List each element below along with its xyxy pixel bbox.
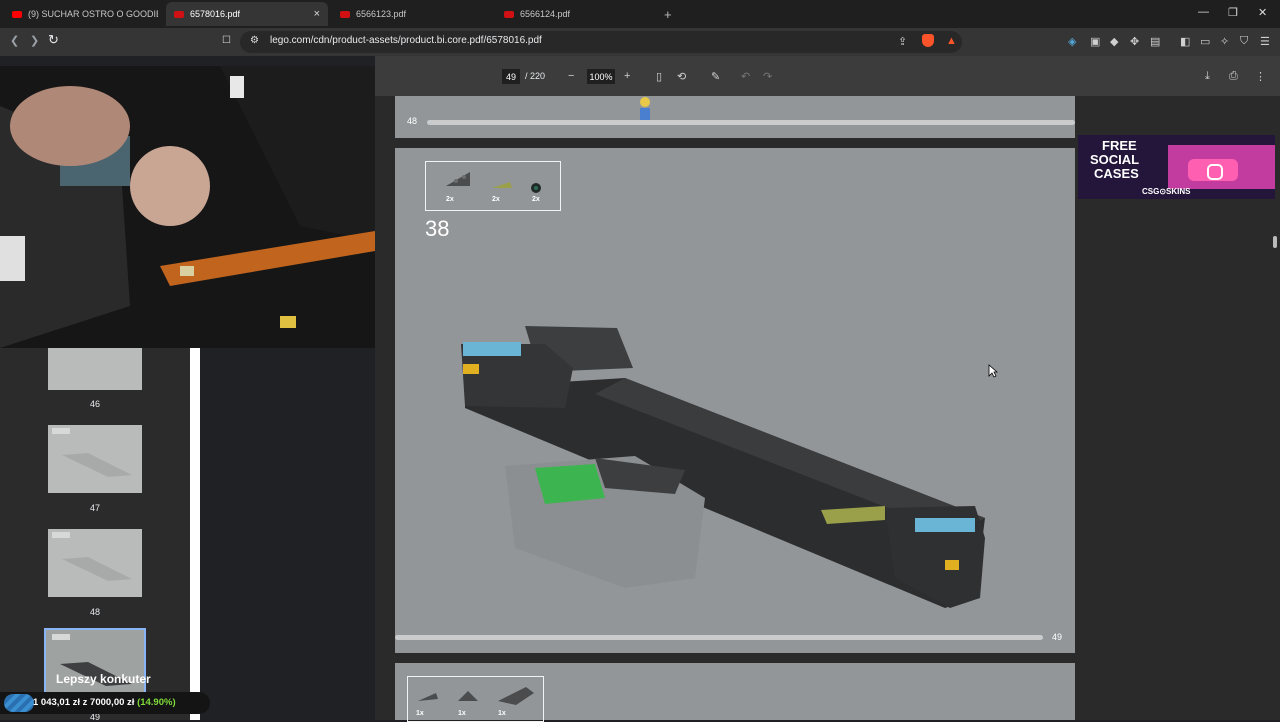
step-number: 38 [425, 216, 450, 241]
back-button[interactable]: ❮ [10, 34, 19, 47]
part-quantity: 2x [532, 196, 540, 203]
new-tab-button[interactable]: + [664, 7, 672, 22]
page-total: / 220 [525, 71, 546, 81]
ad-text: FREE [1102, 138, 1137, 153]
lego-icon [504, 10, 514, 18]
page-number: 49 [1052, 632, 1063, 642]
goal-target: 7000,00 zł [90, 697, 135, 708]
part-quantity: 1x [416, 710, 424, 717]
tab-youtube[interactable]: (9) SUCHAR OSTRO O GOODIES! OD [4, 2, 160, 26]
share-icon[interactable]: ⇪ [898, 35, 907, 48]
ad-text: SOCIAL [1090, 152, 1140, 167]
parts-callout: 2x 2x 2x [425, 161, 561, 211]
stream-goal-title: Lepszy konkuter [56, 672, 151, 686]
thumbnail-preview [52, 532, 132, 581]
part-quantity: 1x [458, 710, 466, 717]
close-tab-icon[interactable]: × [314, 8, 320, 20]
thumbnail-label: 47 [89, 503, 100, 513]
tab-6566124[interactable]: 6566124.pdf [496, 2, 656, 26]
zoom-in-button[interactable]: + [624, 70, 630, 82]
tab-title: 6566123.pdf [356, 9, 407, 19]
print-icon[interactable]: ⎙ [1229, 70, 1238, 83]
round-plate-part [531, 183, 541, 193]
extension-icon[interactable]: ◆ [1110, 35, 1118, 48]
page-thumbnail[interactable] [48, 529, 142, 597]
pdf-page-50: 1x 1x 1x [395, 663, 1075, 722]
url-text[interactable]: lego.com/cdn/product-assets/product.bi.c… [270, 35, 542, 46]
extension-icon[interactable]: ◈ [1068, 35, 1076, 48]
restore-button[interactable]: ❐ [1228, 6, 1238, 19]
pdf-page-49: 2x 2x 2x 38 49 [395, 148, 1075, 653]
ad-brand: CSG⊙SKINS [1142, 187, 1191, 196]
part-icon [498, 687, 534, 705]
undo-icon[interactable]: ↶ [741, 70, 750, 83]
zoom-input[interactable]: 100% [587, 69, 615, 84]
minimize-button[interactable]: — [1198, 6, 1209, 18]
bookmark-icon[interactable]: ☐ [222, 35, 231, 46]
progress-bar [427, 120, 1075, 125]
page-thumbnail[interactable] [48, 348, 142, 390]
part-icon [458, 691, 478, 701]
extension-icon[interactable]: ▤ [1150, 35, 1160, 48]
webcam-feed [0, 66, 375, 348]
tab-6566123[interactable]: 6566123.pdf [332, 2, 492, 26]
brave-shields-icon[interactable] [922, 34, 934, 47]
olive-slope-part [492, 182, 512, 188]
donation-goal-text: 1 043,01 zł z 7000,00 zł (14.90%) [33, 697, 176, 708]
page-number: 48 [407, 116, 418, 126]
annotate-icon[interactable]: ✎ [711, 70, 720, 83]
tab-title: 6578016.pdf [190, 9, 241, 19]
download-icon[interactable]: ⤓ [1205, 70, 1210, 83]
page-thumbnail[interactable] [48, 425, 142, 493]
wallet-icon[interactable]: ▭ [1200, 35, 1210, 48]
ad-text: CASES [1094, 166, 1139, 181]
puzzle-icon[interactable]: ✥ [1130, 35, 1139, 48]
reload-button[interactable]: ↻ [48, 32, 59, 48]
fit-page-icon[interactable]: ▯ [656, 70, 662, 83]
goal-current: 1 043,01 zł [33, 697, 81, 708]
thumbnail-label: 48 [89, 607, 100, 617]
tab-title: 6566124.pdf [520, 9, 571, 19]
page-number-input[interactable]: 49 [502, 69, 520, 84]
site-info-icon[interactable]: ⚙ [250, 35, 259, 46]
ad-banner[interactable]: FREE SOCIAL CASES CSG⊙SKINS [1078, 135, 1275, 199]
sidebar-icon[interactable]: ◧ [1180, 35, 1190, 48]
mouse-cursor-icon [988, 364, 998, 378]
progress-bar [395, 635, 1043, 640]
extension-icon[interactable]: ▣ [1090, 35, 1100, 48]
minifigure-icon [638, 96, 652, 126]
rotate-icon[interactable]: ⟲ [677, 70, 686, 83]
forward-button[interactable]: ❯ [30, 34, 39, 47]
part-quantity: 2x [446, 196, 454, 203]
goal-percent: (14.90%) [137, 697, 176, 708]
build-model-illustration [461, 326, 985, 608]
goal-progress-fill [4, 694, 34, 712]
parts-callout: 1x 1x 1x [407, 676, 544, 722]
brave-rewards-icon[interactable]: ▲ [946, 35, 957, 47]
wedge-plate-part [446, 172, 470, 186]
more-options-icon[interactable]: ⋮ [1255, 70, 1266, 83]
goal-separator: z [82, 697, 88, 708]
zoom-out-button[interactable]: − [568, 70, 574, 82]
webcam-overlay [0, 66, 375, 348]
leo-icon[interactable]: ✧ [1220, 35, 1229, 48]
tab-title: (9) SUCHAR OSTRO O GOODIES! OD [28, 9, 158, 19]
close-window-button[interactable]: ✕ [1258, 6, 1267, 19]
part-quantity: 2x [492, 196, 500, 203]
vpn-icon[interactable]: ⛉ [1240, 35, 1248, 48]
tab-6578016[interactable]: 6578016.pdf × [166, 2, 328, 26]
lego-icon [174, 10, 184, 18]
pdf-page-48: 48 [395, 96, 1075, 138]
sidebar-divider[interactable] [190, 348, 200, 720]
menu-icon[interactable]: ☰ [1260, 35, 1270, 48]
redo-icon[interactable]: ↷ [763, 70, 772, 83]
thumbnail-preview [52, 428, 132, 477]
part-quantity: 1x [498, 710, 506, 717]
part-icon [418, 693, 438, 701]
scrollbar-thumb[interactable] [1273, 236, 1277, 248]
thumbnail-label: 46 [89, 399, 100, 409]
lego-icon [340, 10, 350, 18]
youtube-icon [12, 10, 22, 18]
